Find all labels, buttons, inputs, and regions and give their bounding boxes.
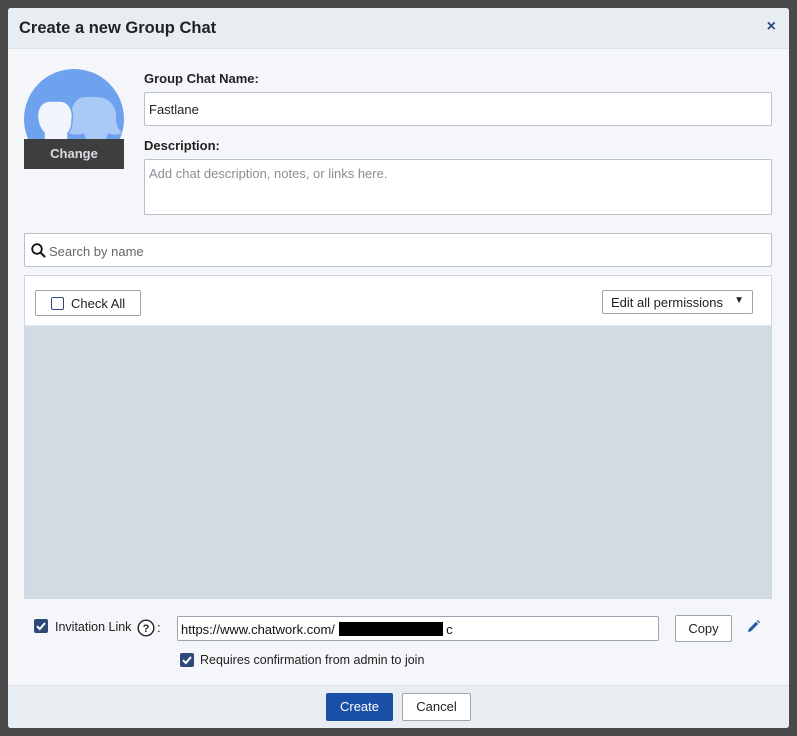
invitation-link-suffix: c: [446, 622, 453, 637]
dialog-footer: Create Cancel: [8, 685, 789, 728]
search-icon: [31, 243, 46, 258]
member-list-toolbar: Check All Edit all permissions ▼: [25, 276, 771, 326]
group-name-label: Group Chat Name:: [144, 71, 259, 86]
requires-confirmation-row: Requires confirmation from admin to join: [180, 652, 580, 672]
cancel-button[interactable]: Cancel: [402, 693, 471, 721]
create-group-chat-dialog: Create a new Group Chat × Change Group C…: [8, 8, 789, 728]
invitation-link-row: Invitation Link ? : https://www.chatwork…: [34, 615, 774, 645]
dialog-title: Create a new Group Chat: [19, 19, 217, 37]
checkbox-icon: [51, 297, 64, 310]
close-icon[interactable]: ×: [767, 18, 776, 36]
checkmark-icon: [182, 656, 192, 665]
invitation-link-input[interactable]: https://www.chatwork.com/ c: [177, 616, 659, 641]
group-name-input[interactable]: Fastlane: [144, 92, 772, 126]
check-all-label: Check All: [71, 296, 126, 311]
checkmark-icon: [36, 622, 46, 631]
member-list: Check All Edit all permissions ▼: [24, 275, 772, 599]
requires-confirmation-checkbox[interactable]: [180, 653, 194, 667]
svg-text:?: ?: [143, 623, 150, 635]
invitation-colon: :: [157, 620, 161, 635]
description-label: Description:: [144, 138, 220, 153]
search-placeholder: Search by name: [49, 244, 144, 259]
requires-confirmation-label: Requires confirmation from admin to join: [200, 653, 425, 667]
invitation-link-label: Invitation Link: [55, 620, 132, 634]
help-icon[interactable]: ?: [137, 619, 155, 637]
pencil-icon[interactable]: [746, 619, 761, 634]
invitation-link-prefix: https://www.chatwork.com/: [181, 622, 335, 637]
change-avatar-button[interactable]: Change: [24, 139, 124, 169]
group-avatar[interactable]: Change: [24, 69, 124, 169]
check-all-button[interactable]: Check All: [35, 290, 141, 316]
redacted-link-part: [338, 622, 443, 636]
member-search-input[interactable]: Search by name: [24, 233, 772, 267]
description-input[interactable]: Add chat description, notes, or links he…: [144, 159, 772, 215]
create-button[interactable]: Create: [326, 693, 393, 721]
dialog-header: Create a new Group Chat ×: [8, 8, 789, 49]
caret-down-icon: ▼: [734, 295, 744, 306]
edit-all-permissions-dropdown[interactable]: Edit all permissions ▼: [602, 290, 753, 314]
copy-link-button[interactable]: Copy: [675, 615, 732, 642]
invitation-link-checkbox[interactable]: [34, 619, 48, 633]
edit-permissions-label: Edit all permissions: [611, 295, 723, 310]
